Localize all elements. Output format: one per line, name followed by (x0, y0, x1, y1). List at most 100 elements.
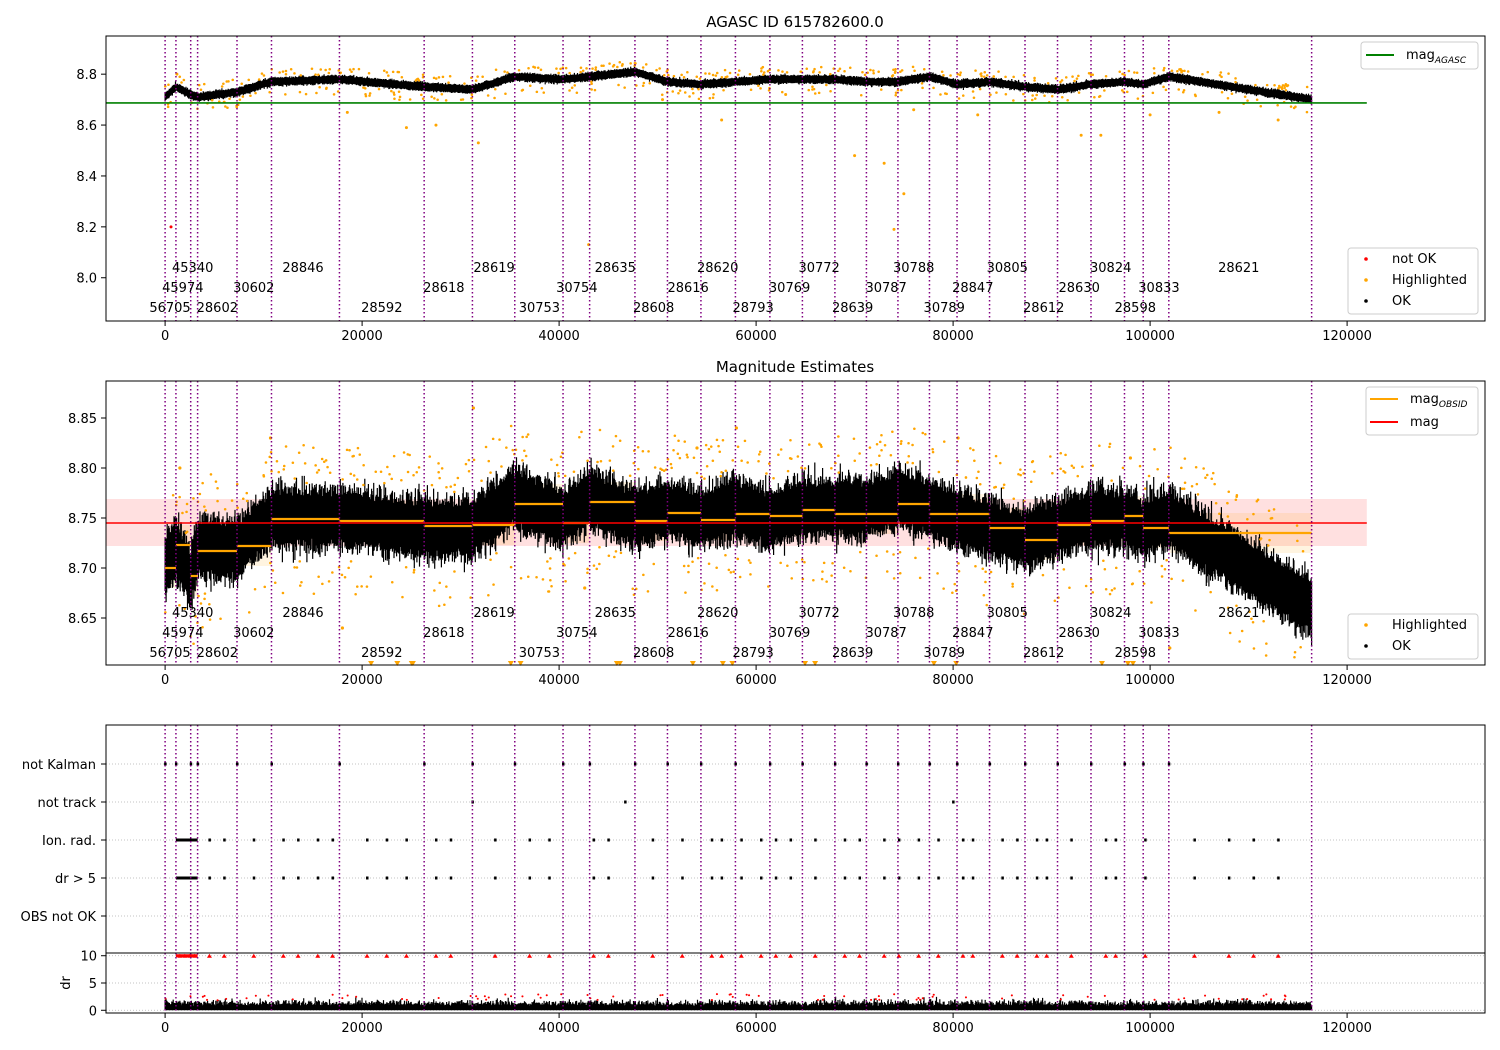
top-highlighted-point (434, 123, 438, 127)
obsid-label: 28598 (1115, 301, 1156, 316)
flag-marker (1193, 876, 1196, 880)
flag-marker (252, 876, 256, 880)
top-highlighted-point (720, 118, 724, 122)
obsid-label: 28630 (1059, 281, 1100, 296)
flag-marker (843, 876, 847, 880)
flag-marker (789, 838, 793, 842)
obsid-label: 30789 (924, 301, 965, 316)
dr-ylabel: dr (59, 976, 74, 990)
flag-marker (282, 838, 285, 842)
obsid-label: 45974 (162, 281, 203, 296)
obsid-label: 30772 (798, 261, 839, 276)
legend-dot-swatch (1364, 299, 1368, 303)
flag-marker (917, 876, 921, 880)
obsid-label: 30787 (865, 626, 906, 641)
flag-marker (282, 876, 285, 880)
y-tick-label: 8.65 (68, 612, 97, 627)
obsid-label: 45340 (172, 261, 213, 276)
obsid-label: 30824 (1090, 606, 1131, 621)
top-highlighted-point (1276, 118, 1280, 122)
flag-marker (528, 876, 532, 880)
flag-marker (937, 876, 940, 880)
top-highlighted-point (902, 192, 906, 196)
flag-marker (720, 838, 724, 842)
top-highlighted-point (853, 154, 857, 158)
flag-marker (1001, 838, 1004, 842)
mid-highlighted-point (1128, 456, 1132, 460)
obsid-label: 30805 (987, 261, 1028, 276)
obsid-label: 28639 (832, 301, 873, 316)
obsid-label: 28847 (952, 626, 993, 641)
x-tick-label: 80000 (932, 329, 973, 344)
flag-marker (1114, 876, 1118, 880)
y-tick-label: 8.0 (76, 272, 97, 287)
flag-marker (774, 838, 778, 842)
obsid-label: 28592 (361, 301, 402, 316)
top-highlighted-point (892, 227, 896, 231)
obsid-label: 30805 (987, 606, 1028, 621)
obsid-label: 45340 (172, 606, 213, 621)
x-tick-label: 100000 (1125, 1021, 1175, 1036)
flag-marker (740, 838, 743, 842)
flag-marker (434, 838, 438, 842)
flag-marker (1252, 876, 1256, 880)
obsid-label: 28618 (423, 626, 464, 641)
obsid-label: 28635 (595, 261, 636, 276)
x-tick-label: 20000 (341, 1021, 382, 1036)
flag-marker (720, 876, 724, 880)
flag-marker (331, 876, 335, 880)
obsid-label: 28847 (952, 281, 993, 296)
x-tick-label: 100000 (1125, 329, 1175, 344)
obsid-label: 30754 (556, 281, 597, 296)
flag-marker (1193, 838, 1196, 842)
obsid-label: 28793 (732, 301, 773, 316)
legend-label: OK (1392, 639, 1411, 654)
y-tick-label: 0 (89, 1004, 97, 1019)
flag-marker (1144, 876, 1147, 880)
obsid-label: 30789 (924, 646, 965, 661)
flag-marker (858, 838, 862, 842)
obsid-label: 45974 (162, 626, 203, 641)
obsid-label: 28602 (197, 301, 238, 316)
mid-highlighted-point (178, 466, 182, 470)
obsid-label: 56705 (149, 646, 190, 661)
flag-marker (297, 876, 300, 880)
flag-marker (760, 876, 763, 880)
obsid-label: 28621 (1218, 261, 1259, 276)
flag-marker (961, 838, 965, 842)
flag-marker (405, 838, 408, 842)
flag-marker (1104, 876, 1108, 880)
top-highlighted-point (1079, 133, 1083, 137)
flag-marker (937, 838, 940, 842)
y-tick-label: 8.80 (68, 462, 97, 477)
obsid-label: 28592 (361, 646, 402, 661)
flag-row-label: not Kalman (22, 758, 96, 773)
flag-marker (1227, 876, 1231, 880)
top-highlighted-point (784, 93, 788, 97)
obsid-label: 30753 (519, 646, 560, 661)
flag-marker (710, 876, 714, 880)
x-tick-label: 40000 (538, 1021, 579, 1036)
obsid-label: 28612 (1023, 301, 1064, 316)
flag-marker (1070, 838, 1073, 842)
x-tick-label: 0 (161, 1021, 169, 1036)
obsid-label: 28616 (667, 281, 708, 296)
top-highlighted-point (1099, 133, 1103, 137)
x-tick-label: 20000 (341, 329, 382, 344)
flag-marker (223, 876, 226, 880)
flag-marker (917, 838, 921, 842)
top-highlighted-point (404, 126, 408, 130)
obsid-label: 30787 (865, 281, 906, 296)
obsid-label: 28602 (197, 646, 238, 661)
legend-label: not OK (1392, 252, 1437, 267)
flag-marker (1016, 876, 1019, 880)
obsid-label: 28608 (633, 301, 674, 316)
mid-highlighted-point (695, 446, 699, 450)
obsid-label: 30824 (1090, 261, 1131, 276)
obsid-label: 30602 (233, 626, 274, 641)
flag-marker (316, 838, 320, 842)
obsid-label: 28612 (1023, 646, 1064, 661)
obsid-label: 28846 (282, 606, 323, 621)
obsid-label: 28639 (832, 646, 873, 661)
top-highlighted-point (476, 141, 480, 145)
